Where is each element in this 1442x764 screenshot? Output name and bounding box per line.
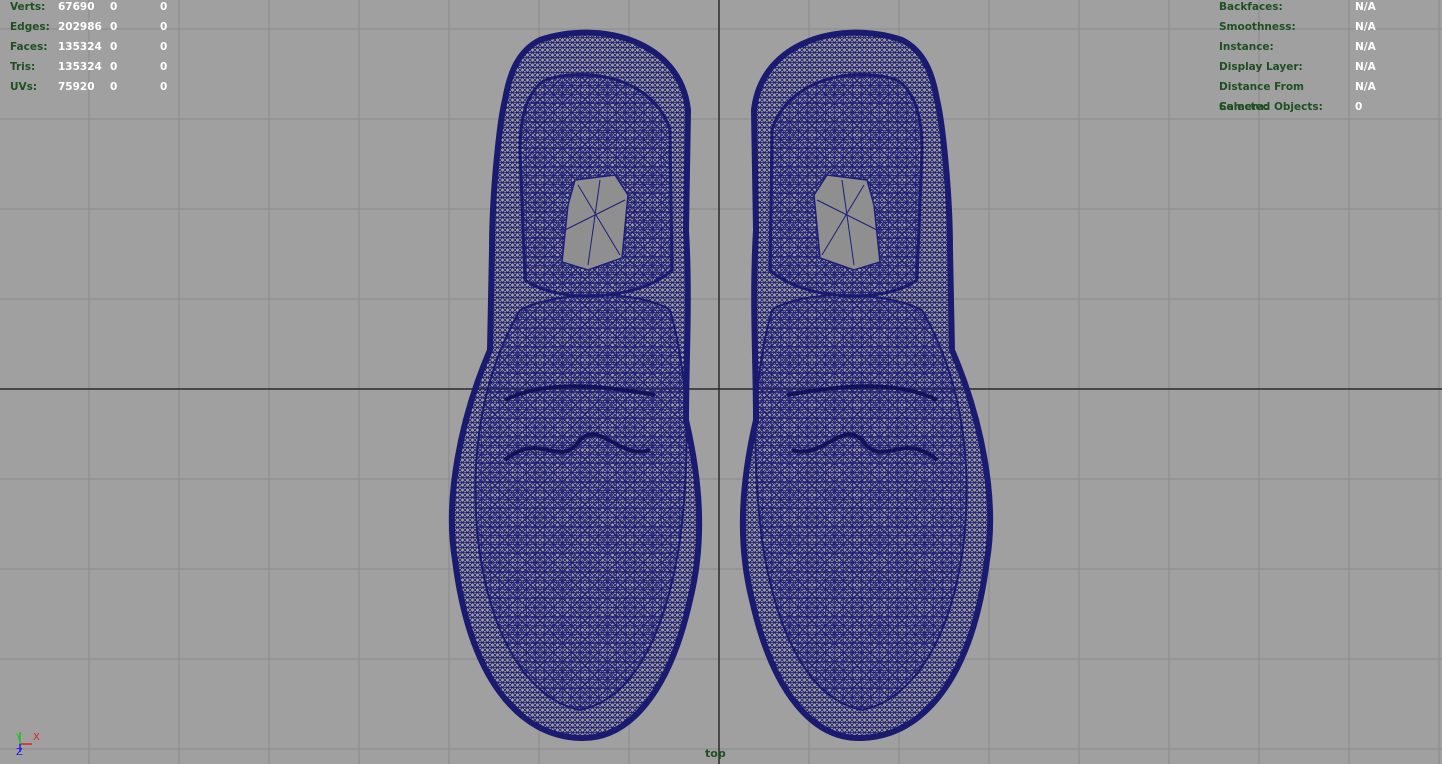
info-label: Selected Objects: bbox=[1219, 101, 1323, 113]
axis-x-label: X bbox=[33, 732, 40, 743]
stat-value-component: 0 bbox=[160, 21, 168, 33]
info-value: N/A bbox=[1355, 21, 1376, 33]
stat-label: Tris: bbox=[10, 61, 36, 73]
stats-row-faces: Faces: 135324 0 0 bbox=[10, 37, 180, 57]
poly-count-hud: Verts: 67690 0 0 Edges: 202986 0 0 Faces… bbox=[10, 0, 180, 97]
stat-label: Verts: bbox=[10, 1, 46, 13]
info-label: Smoothness: bbox=[1219, 21, 1296, 33]
info-value: N/A bbox=[1355, 61, 1376, 73]
info-row-backfaces: Backfaces: N/A bbox=[1219, 0, 1376, 17]
info-label: Distance From Camera: bbox=[1219, 81, 1304, 113]
stat-label: Faces: bbox=[10, 41, 48, 53]
right-shoe-mesh[interactable] bbox=[739, 29, 994, 742]
info-value: N/A bbox=[1355, 1, 1376, 13]
stat-label: Edges: bbox=[10, 21, 50, 33]
info-row-distance-from-camera: Distance From Camera: N/A bbox=[1219, 77, 1376, 113]
object-info-hud: Backfaces: N/A Smoothness: N/A Instance:… bbox=[1219, 0, 1376, 117]
stat-value-selected: 0 bbox=[110, 81, 118, 93]
info-row-selected-objects: Selected Objects: 0 bbox=[1219, 97, 1376, 117]
stat-value: 135324 bbox=[58, 61, 102, 73]
stat-value-selected: 0 bbox=[110, 21, 118, 33]
stat-value: 75920 bbox=[58, 81, 95, 93]
info-value: N/A bbox=[1355, 81, 1376, 93]
stat-value-component: 0 bbox=[160, 61, 168, 73]
left-shoe-opening bbox=[561, 174, 629, 271]
stat-label: UVs: bbox=[10, 81, 38, 93]
camera-name-label: top bbox=[705, 747, 726, 760]
stats-row-tris: Tris: 135324 0 0 bbox=[10, 57, 180, 77]
info-row-smoothness: Smoothness: N/A bbox=[1219, 17, 1376, 37]
stat-value-selected: 0 bbox=[110, 1, 118, 13]
stat-value-component: 0 bbox=[160, 81, 168, 93]
stat-value-selected: 0 bbox=[110, 41, 118, 53]
axis-gizmo-icon: X Y Z bbox=[15, 732, 40, 758]
info-value: 0 bbox=[1355, 101, 1363, 113]
stat-value-selected: 0 bbox=[110, 61, 118, 73]
stat-value: 67690 bbox=[58, 1, 95, 13]
stats-row-edges: Edges: 202986 0 0 bbox=[10, 17, 180, 37]
info-label: Instance: bbox=[1219, 41, 1274, 53]
axis-y-label: Y bbox=[15, 733, 22, 743]
info-label: Display Layer: bbox=[1219, 61, 1303, 73]
stats-row-verts: Verts: 67690 0 0 bbox=[10, 0, 180, 17]
axis-z-label: Z bbox=[16, 747, 23, 758]
stat-value-component: 0 bbox=[160, 1, 168, 13]
right-shoe-opening bbox=[813, 174, 881, 271]
info-value: N/A bbox=[1355, 41, 1376, 53]
stat-value-component: 0 bbox=[160, 41, 168, 53]
left-shoe-mesh[interactable] bbox=[448, 29, 703, 742]
stat-value: 202986 bbox=[58, 21, 102, 33]
info-row-instance: Instance: N/A bbox=[1219, 37, 1376, 57]
stat-value: 135324 bbox=[58, 41, 102, 53]
info-row-display-layer: Display Layer: N/A bbox=[1219, 57, 1376, 77]
info-label: Backfaces: bbox=[1219, 1, 1283, 13]
stats-row-uvs: UVs: 75920 0 0 bbox=[10, 77, 180, 97]
